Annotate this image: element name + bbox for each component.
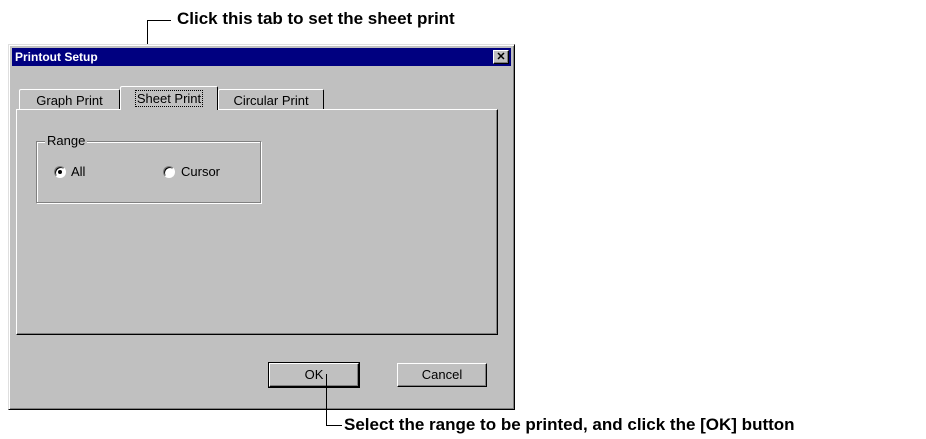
range-group-label: Range (45, 133, 88, 148)
radio-cursor-label[interactable]: Cursor (181, 164, 220, 179)
radio-all[interactable] (54, 166, 66, 178)
radio-all-label[interactable]: All (71, 164, 85, 179)
close-icon: ✕ (496, 51, 506, 63)
tab-sheet-print-label: Sheet Print (134, 90, 204, 107)
callout-top-text: Click this tab to set the sheet print (177, 9, 455, 28)
radio-all-dot (58, 170, 62, 174)
radio-cursor[interactable] (163, 166, 175, 178)
tab-circular-print-label: Circular Print (233, 93, 309, 108)
close-button[interactable]: ✕ (493, 50, 509, 64)
ok-button[interactable]: OK (268, 362, 360, 388)
callout-bottom-text: Select the range to be printed, and clic… (344, 415, 795, 434)
tab-sheet-print[interactable]: Sheet Print (120, 86, 218, 110)
cancel-button[interactable]: Cancel (397, 363, 487, 387)
callout-line-bottom-vertical (326, 374, 327, 426)
tab-graph-print-label: Graph Print (36, 93, 103, 108)
dialog-title: Printout Setup (15, 50, 98, 64)
callout-line-top-horizontal (147, 20, 171, 21)
range-groupbox (36, 141, 261, 203)
tab-graph-print[interactable]: Graph Print (19, 89, 120, 110)
title-bar: Printout Setup ✕ (12, 48, 511, 66)
tab-circular-print[interactable]: Circular Print (218, 89, 324, 110)
callout-line-bottom-horizontal (326, 425, 342, 426)
